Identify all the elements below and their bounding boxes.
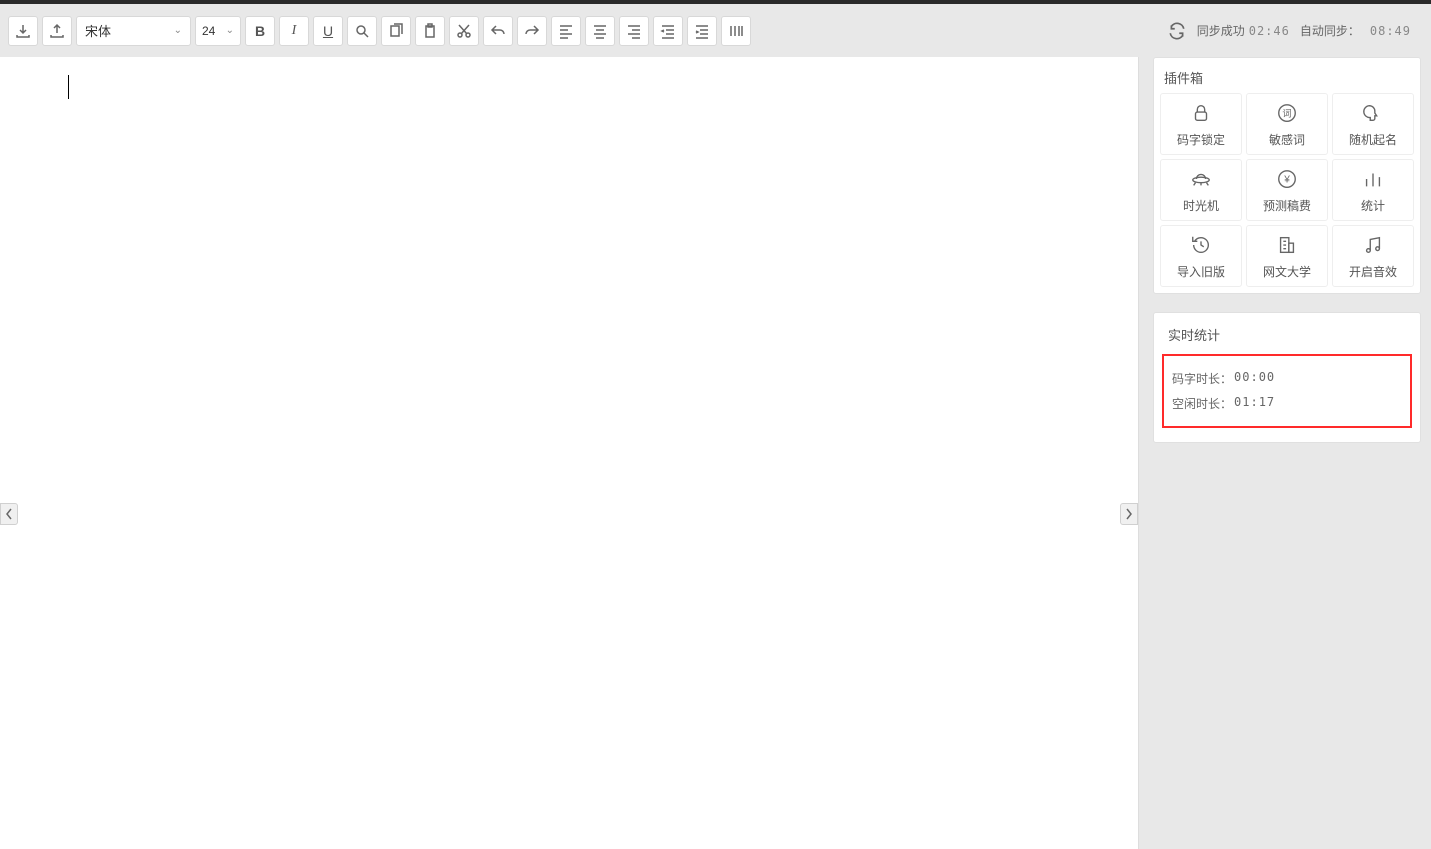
plugin-label: 开启音效: [1349, 263, 1397, 280]
sync-icon[interactable]: [1167, 21, 1187, 41]
plugin-label: 随机起名: [1349, 131, 1397, 148]
plugin-panel: 插件箱 码字锁定词敏感词随机起名时光机¥预测稿费统计导入旧版网文大学开启音效: [1153, 57, 1421, 294]
font-size-label: 24: [202, 24, 215, 38]
chevron-down-icon: ⌄: [226, 25, 234, 36]
plugin-label: 导入旧版: [1177, 263, 1225, 280]
sync-status-label: 同步成功: [1197, 22, 1245, 39]
plugin-label: 码字锁定: [1177, 131, 1225, 148]
cut-button[interactable]: [449, 16, 479, 46]
align-center-button[interactable]: [585, 16, 615, 46]
plugin-label: 统计: [1361, 197, 1385, 214]
align-right-button[interactable]: [619, 16, 649, 46]
stats-panel-title: 实时统计: [1168, 325, 1406, 344]
svg-text:词: 词: [1282, 108, 1291, 118]
music-icon: [1361, 233, 1385, 257]
plugin-yen[interactable]: ¥ 预测稿费: [1246, 159, 1328, 221]
plugin-building[interactable]: 网文大学: [1246, 225, 1328, 287]
font-size-select[interactable]: 24 ⌄: [195, 16, 241, 46]
sidebar: 插件箱 码字锁定词敏感词随机起名时光机¥预测稿费统计导入旧版网文大学开启音效 实…: [1139, 57, 1431, 849]
auto-sync-time: 08:49: [1370, 24, 1411, 38]
stat-row: 码字时长：00:00: [1172, 366, 1402, 391]
stat-value: 01:17: [1234, 395, 1275, 412]
font-name-label: 宋体: [85, 21, 111, 40]
plugin-history[interactable]: 导入旧版: [1160, 225, 1242, 287]
building-icon: [1275, 233, 1299, 257]
font-select[interactable]: 宋体 ⌄: [76, 16, 191, 46]
stat-value: 00:00: [1234, 370, 1275, 387]
export-button[interactable]: [42, 16, 72, 46]
indent-decrease-button[interactable]: [653, 16, 683, 46]
stats-highlight-box: 码字时长：00:00空闲时长：01:17: [1162, 354, 1412, 428]
plugin-word[interactable]: 词敏感词: [1246, 93, 1328, 155]
history-icon: [1189, 233, 1213, 257]
bold-button[interactable]: B: [245, 16, 275, 46]
indent-increase-button[interactable]: [687, 16, 717, 46]
sync-status-time: 02:46: [1249, 24, 1290, 38]
head-icon: [1361, 101, 1385, 125]
redo-button[interactable]: [517, 16, 547, 46]
paste-button[interactable]: [415, 16, 445, 46]
plugin-lock[interactable]: 码字锁定: [1160, 93, 1242, 155]
prev-chapter-button[interactable]: [0, 503, 18, 525]
stats-panel: 实时统计 码字时长：00:00空闲时长：01:17: [1153, 312, 1421, 443]
stat-row: 空闲时长：01:17: [1172, 391, 1402, 416]
text-cursor: [68, 75, 69, 99]
import-button[interactable]: [8, 16, 38, 46]
plugin-label: 网文大学: [1263, 263, 1311, 280]
next-chapter-button[interactable]: [1120, 503, 1138, 525]
underline-button[interactable]: U: [313, 16, 343, 46]
italic-button[interactable]: I: [279, 16, 309, 46]
yen-icon: ¥: [1275, 167, 1299, 191]
search-button[interactable]: [347, 16, 377, 46]
plugin-head[interactable]: 随机起名: [1332, 93, 1414, 155]
plugin-label: 预测稿费: [1263, 197, 1311, 214]
bars-icon: [1361, 167, 1385, 191]
undo-button[interactable]: [483, 16, 513, 46]
chevron-down-icon: ⌄: [174, 25, 182, 36]
word-icon: 词: [1275, 101, 1299, 125]
plugin-bars[interactable]: 统计: [1332, 159, 1414, 221]
auto-sync-label: 自动同步：: [1300, 22, 1360, 39]
ufo-icon: [1189, 167, 1213, 191]
plugin-music[interactable]: 开启音效: [1332, 225, 1414, 287]
align-left-button[interactable]: [551, 16, 581, 46]
plugin-label: 时光机: [1183, 197, 1219, 214]
plugin-label: 敏感词: [1269, 131, 1305, 148]
copy-button[interactable]: [381, 16, 411, 46]
typeset-button[interactable]: [721, 16, 751, 46]
stat-label: 空闲时长：: [1172, 395, 1232, 412]
plugin-panel-title: 插件箱: [1160, 68, 1414, 93]
editor-area[interactable]: [0, 57, 1139, 849]
plugin-ufo[interactable]: 时光机: [1160, 159, 1242, 221]
lock-icon: [1189, 101, 1213, 125]
sync-status-area: 同步成功 02:46 自动同步： 08:49: [1167, 21, 1425, 41]
toolbar: 宋体 ⌄ 24 ⌄ B I U: [0, 4, 1431, 57]
svg-text:¥: ¥: [1283, 174, 1290, 185]
stat-label: 码字时长：: [1172, 370, 1232, 387]
